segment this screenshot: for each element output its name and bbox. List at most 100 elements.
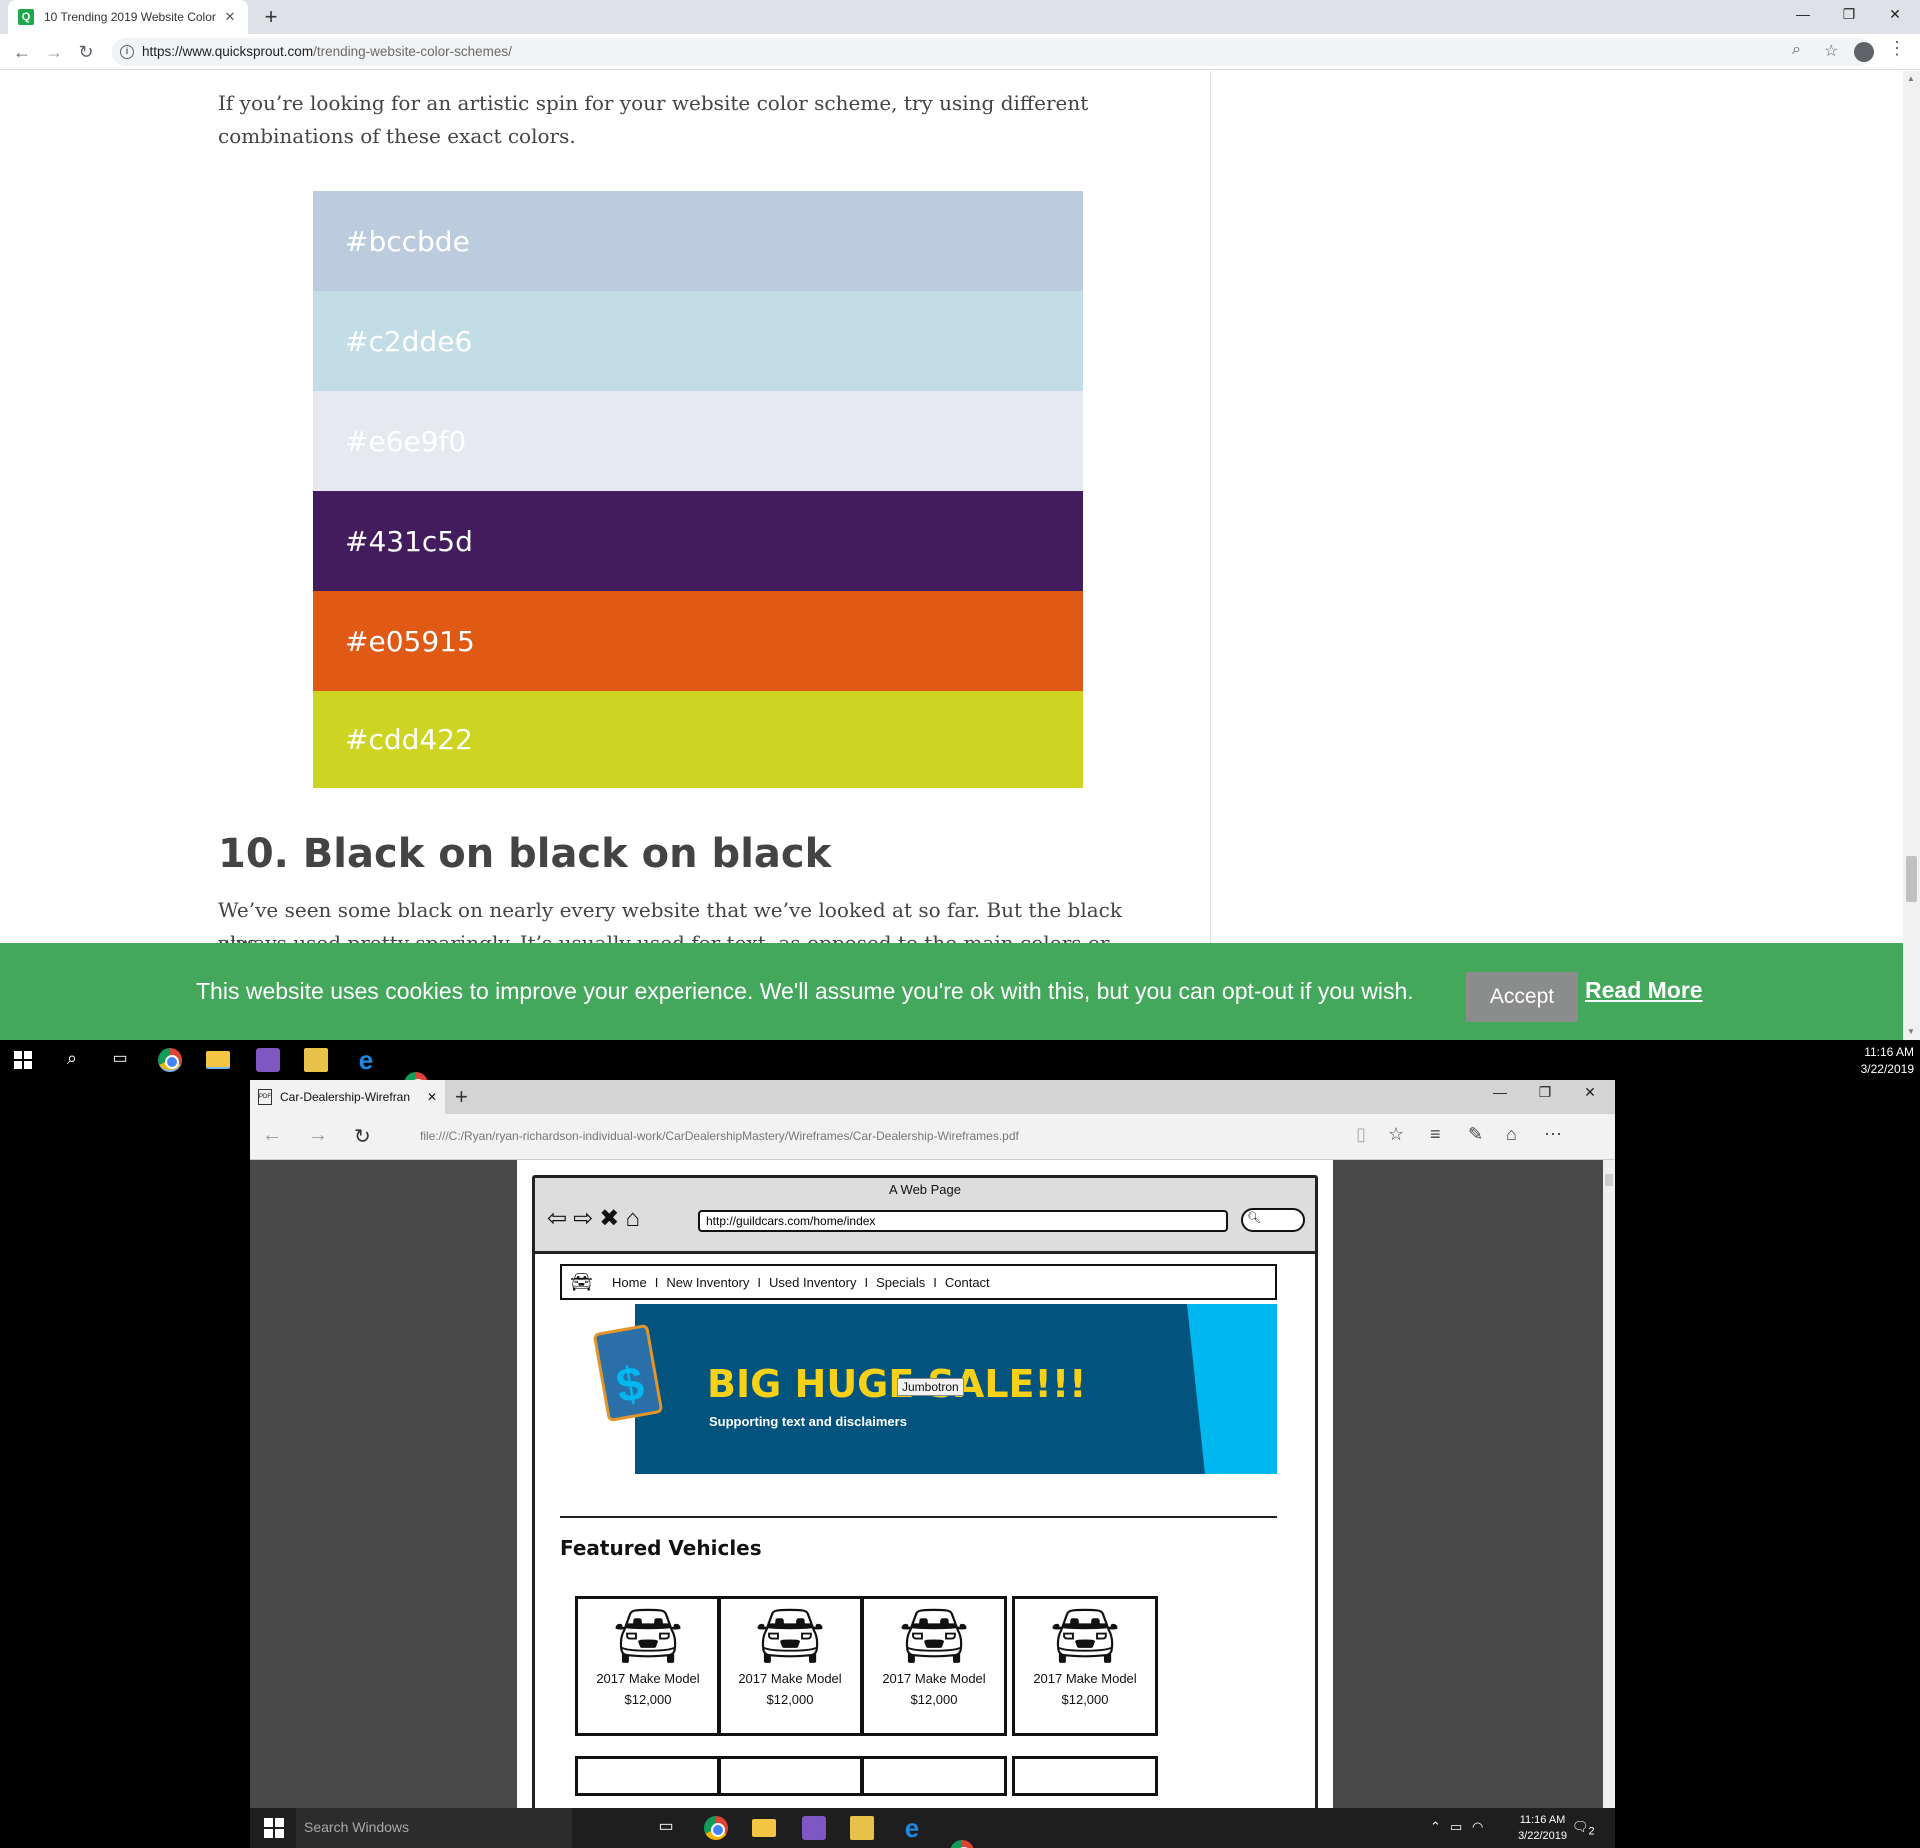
nav-specials: Specials <box>876 1274 926 1290</box>
vehicle-card-partial <box>1012 1756 1158 1796</box>
chrome-window: Q 10 Trending 2019 Website Color ✕ + — ❐… <box>0 0 1920 1040</box>
swatch-c2dde6: #c2dde6 <box>313 291 1083 391</box>
back-arrow-icon[interactable]: ← <box>8 38 36 66</box>
wireframe-browser-chrome: A Web Page ⇦⇨✖⌂ http://guildcars.com/hom… <box>535 1178 1315 1254</box>
back-arrow-icon[interactable]: ← <box>262 1124 282 1147</box>
close-window-button[interactable]: ✕ <box>1872 0 1918 30</box>
read-more-link[interactable]: Read More <box>1585 977 1703 1004</box>
forward-arrow-icon[interactable]: → <box>308 1124 328 1147</box>
refresh-icon[interactable]: ↻ <box>354 1124 371 1149</box>
swatch-label: #bccbde <box>345 224 470 258</box>
file-explorer-icon[interactable] <box>206 1051 230 1069</box>
clock-time: 11:16 AM <box>1519 1814 1566 1826</box>
scroll-thumb[interactable] <box>1906 856 1917 902</box>
address-url[interactable]: https://www.quicksprout.com/trending-web… <box>142 44 512 59</box>
visual-studio-icon[interactable] <box>802 1816 826 1840</box>
minimize-button[interactable]: — <box>1780 0 1826 30</box>
chrome-menu-icon[interactable]: ⋮ <box>1888 38 1906 59</box>
taskbar-clock[interactable]: 11:16 AM 3/22/2019 <box>1861 1044 1914 1078</box>
reading-view-icon[interactable]: ▯ <box>1356 1124 1366 1145</box>
reload-icon[interactable]: ↻ <box>72 38 100 66</box>
chrome-active-taskbar-icon[interactable] <box>950 1840 974 1848</box>
app-tool-icon[interactable] <box>850 1816 874 1840</box>
car-icon: 🚘︎ <box>612 1604 684 1667</box>
swatch-431c5d: #431c5d <box>313 491 1083 591</box>
scroll-thumb[interactable] <box>1605 1174 1613 1186</box>
page-scrollbar[interactable]: ▲ ▼ <box>1903 71 1920 1040</box>
scroll-down-icon[interactable]: ▼ <box>1907 1027 1915 1036</box>
taskbar-clock[interactable]: 11:16 AM 3/22/2019 <box>1518 1812 1567 1844</box>
edge-tab-title: Car-Dealership-Wirefran <box>280 1090 411 1104</box>
edge-address-bar[interactable]: file:///C:/Ryan/ryan-richardson-individu… <box>420 1129 1019 1143</box>
accept-button[interactable]: Accept <box>1466 972 1578 1022</box>
wifi-icon[interactable]: ◠ <box>1472 1819 1483 1835</box>
task-view-icon[interactable]: ▭ <box>654 1816 678 1840</box>
desktop-background-left <box>0 1080 250 1848</box>
swatch-label: #431c5d <box>345 524 473 558</box>
pdf-scrollbar[interactable] <box>1603 1160 1615 1808</box>
site-info-icon[interactable]: i <box>120 45 134 59</box>
visual-studio-icon[interactable] <box>256 1048 280 1072</box>
new-tab-button[interactable]: + <box>258 4 284 30</box>
restore-button[interactable]: ❐ <box>1826 0 1872 30</box>
hub-icon[interactable]: ≡ <box>1430 1124 1441 1145</box>
vehicle-price: $12,000 <box>766 1692 814 1707</box>
show-hidden-icons[interactable]: ⌃ <box>1430 1819 1441 1835</box>
close-tab-icon[interactable]: ✕ <box>427 1090 437 1104</box>
search-icon[interactable]: ⌕ <box>60 1048 84 1072</box>
zoom-icon[interactable]: ⌕ <box>1792 41 1801 59</box>
chrome-tab-title: 10 Trending 2019 Website Color <box>44 10 216 24</box>
clock-date: 3/22/2019 <box>1518 1830 1567 1842</box>
swatch-label: #c2dde6 <box>345 324 473 358</box>
forward-arrow-icon[interactable]: → <box>40 38 68 66</box>
chrome-taskbar-icon[interactable] <box>158 1048 182 1072</box>
task-view-icon[interactable]: ▭ <box>108 1048 132 1072</box>
close-window-button[interactable]: ✕ <box>1570 1084 1610 1101</box>
notification-count: 2 <box>1588 1825 1595 1838</box>
cookie-message: This website uses cookies to improve you… <box>196 978 1414 1004</box>
wireframe-url: http://guildcars.com/home/index <box>698 1210 1228 1232</box>
web-note-icon[interactable]: ✎ <box>1468 1124 1483 1145</box>
minimize-button[interactable]: — <box>1480 1084 1520 1100</box>
file-explorer-icon[interactable] <box>752 1819 776 1837</box>
app-tool-icon[interactable] <box>304 1048 328 1072</box>
car-icon: 🚘︎ <box>1049 1604 1121 1667</box>
windows-start-icon[interactable] <box>264 1818 284 1838</box>
jumbotron: BIG HUGE SALE!!! Supporting text and dis… <box>635 1304 1277 1474</box>
edge-tab[interactable]: PDF Car-Dealership-Wirefran ✕ <box>250 1080 445 1114</box>
windows-start-icon[interactable] <box>14 1051 32 1069</box>
notifications-icon[interactable]: 🗨︎2 <box>1572 1819 1595 1838</box>
nav-new-inventory: New Inventory <box>666 1274 750 1290</box>
vehicle-card: 🚘︎ 2017 Make Model $12,000 <box>1012 1596 1158 1736</box>
wireframe-nav-icons: ⇦⇨✖⌂ <box>547 1205 646 1232</box>
edge-tabbar: PDF Car-Dealership-Wirefran ✕ + — ❐ ✕ <box>250 1080 1615 1114</box>
color-swatches: #bccbde #c2dde6 #e6e9f0 #431c5d #e05915 … <box>313 191 1083 788</box>
bookmark-star-icon[interactable]: ☆ <box>1824 41 1838 61</box>
pdf-file-icon: PDF <box>258 1089 272 1105</box>
chrome-toolbar: ← → ↻ i https://www.quicksprout.com/tren… <box>0 34 1920 70</box>
address-bar[interactable]: i https://www.quicksprout.com/trending-w… <box>112 38 1872 66</box>
vehicle-card-partial <box>717 1756 863 1796</box>
vehicle-card: 🚘︎ 2017 Make Model $12,000 <box>717 1596 863 1736</box>
search-box[interactable]: Search Windows <box>296 1808 572 1848</box>
share-icon[interactable]: ⌂ <box>1506 1124 1517 1145</box>
wireframe-navbar: 🚘︎ Home I New Inventory I Used Inventory I … <box>560 1264 1277 1300</box>
edge-taskbar-icon[interactable]: e <box>900 1815 924 1841</box>
jumbotron-subtext: Supporting text and disclaimers <box>709 1414 907 1429</box>
favorite-star-icon[interactable]: ☆ <box>1388 1124 1404 1145</box>
edge-window: PDF Car-Dealership-Wirefran ✕ + — ❐ ✕ ← … <box>250 1080 1615 1808</box>
swatch-e05915: #e05915 <box>313 591 1083 691</box>
nav-used-inventory: Used Inventory <box>769 1274 857 1290</box>
more-icon[interactable]: ⋯ <box>1544 1124 1562 1145</box>
edge-taskbar-icon[interactable]: e <box>354 1047 378 1073</box>
chrome-tab[interactable]: Q 10 Trending 2019 Website Color ✕ <box>8 0 248 34</box>
clock-date: 3/22/2019 <box>1860 1062 1914 1076</box>
battery-icon[interactable]: ▭ <box>1450 1819 1462 1835</box>
chrome-taskbar-icon[interactable] <box>704 1816 728 1840</box>
restore-button[interactable]: ❐ <box>1525 1084 1565 1101</box>
wireframe-browser: A Web Page ⇦⇨✖⌂ http://guildcars.com/hom… <box>532 1175 1318 1808</box>
close-tab-icon[interactable]: ✕ <box>222 9 238 25</box>
account-icon[interactable] <box>1854 42 1874 62</box>
scroll-up-icon[interactable]: ▲ <box>1907 74 1915 83</box>
new-tab-button[interactable]: + <box>455 1084 468 1110</box>
